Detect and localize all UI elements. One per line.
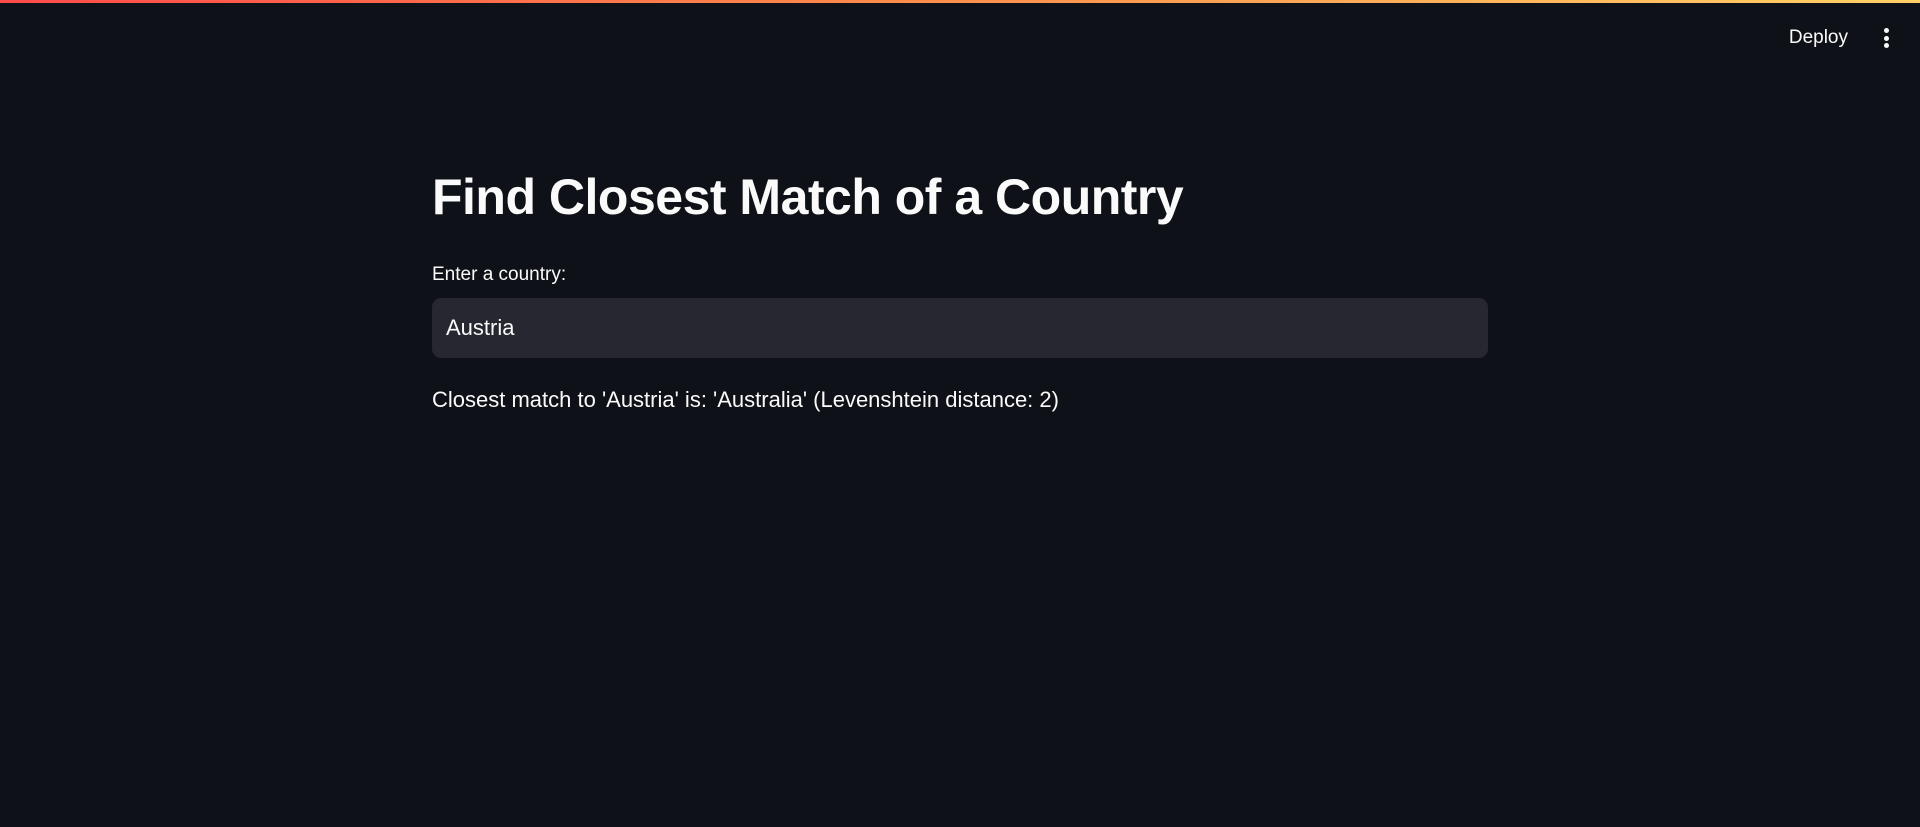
country-input[interactable]: [432, 298, 1488, 358]
deploy-button[interactable]: Deploy: [1775, 19, 1862, 57]
result-text: Closest match to 'Austria' is: 'Australi…: [432, 387, 1059, 412]
page-title: Find Closest Match of a Country: [432, 169, 1184, 225]
country-input-label: Enter a country:: [432, 264, 567, 285]
main-menu-button[interactable]: [1868, 19, 1904, 57]
kebab-vertical-icon: [1883, 28, 1889, 48]
app-header: Deploy: [0, 3, 1920, 67]
